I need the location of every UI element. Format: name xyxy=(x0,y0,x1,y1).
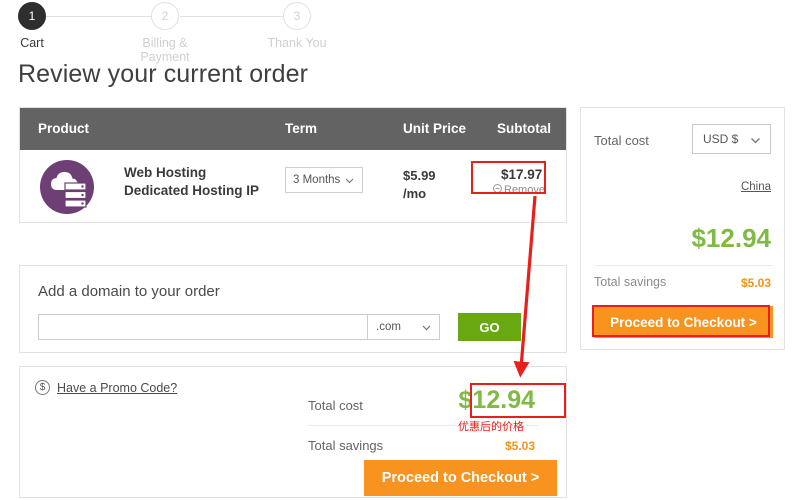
step-item-thankyou[interactable]: 3 Thank You xyxy=(252,2,342,50)
product-name-line1: Web Hosting xyxy=(124,165,207,180)
sidebar-total-cost-label: Total cost xyxy=(594,133,649,148)
annotation-chinese-note: 优惠后的价格 xyxy=(458,420,524,433)
sidebar-total-savings-label: Total savings xyxy=(594,275,667,289)
summary-total-cost-value: $12.94 xyxy=(458,386,535,414)
tld-select-value: .com xyxy=(376,321,401,333)
cart-table: Product Term Unit Price Subtotal Web Hos… xyxy=(19,107,567,223)
step-circle-3: 3 xyxy=(283,2,311,30)
proceed-to-checkout-button-bottom[interactable]: Proceed to Checkout > xyxy=(364,460,557,496)
domain-go-button[interactable]: GO xyxy=(458,313,521,341)
column-header-product: Product xyxy=(38,121,90,136)
chevron-down-icon xyxy=(749,134,762,150)
chevron-down-icon xyxy=(421,322,432,336)
unit-price: $5.99 /mo xyxy=(403,167,436,203)
table-row: Web Hosting Dedicated Hosting IP 3 Month… xyxy=(20,150,566,222)
remove-icon xyxy=(493,184,502,196)
step-item-cart[interactable]: 1 Cart xyxy=(0,2,77,50)
promo-code-label: Have a Promo Code? xyxy=(57,380,178,395)
unit-price-amount: $5.99 xyxy=(403,168,436,183)
term-select-value: 3 Months xyxy=(293,174,341,186)
currency-select[interactable]: USD $ xyxy=(692,124,771,154)
checkout-cart-page: 1 Cart 2 Billing & Payment 3 Thank You R… xyxy=(0,0,805,500)
unit-price-period: /mo xyxy=(403,186,427,201)
term-select[interactable]: 3 Months xyxy=(285,167,363,193)
remove-item-link[interactable]: Remove xyxy=(493,184,545,196)
step-circle-1: 1 xyxy=(18,2,46,30)
step-item-billing[interactable]: 2 Billing & Payment xyxy=(120,2,210,64)
checkout-progress-steps: 1 Cart 2 Billing & Payment 3 Thank You xyxy=(0,0,805,64)
proceed-to-checkout-button-sidebar[interactable]: Proceed to Checkout > xyxy=(594,306,773,338)
currency-select-value: USD $ xyxy=(703,132,739,146)
step-circle-2: 2 xyxy=(151,2,179,30)
add-domain-title: Add a domain to your order xyxy=(38,283,220,300)
sidebar-total-savings-value: $5.03 xyxy=(740,276,771,290)
product-name-line2: Dedicated Hosting IP xyxy=(124,183,260,198)
sidebar-order-total-panel: Total cost USD $ China $12.94 Total savi… xyxy=(580,107,785,350)
promo-code-link[interactable]: $ Have a Promo Code? xyxy=(35,380,177,395)
tld-select[interactable]: .com xyxy=(368,314,440,340)
chevron-down-icon xyxy=(344,175,355,189)
summary-total-savings-label: Total savings xyxy=(308,438,384,453)
cart-table-header: Product Term Unit Price Subtotal xyxy=(20,108,566,150)
product-name: Web Hosting Dedicated Hosting IP xyxy=(124,164,259,200)
summary-total-cost-label: Total cost xyxy=(308,398,363,413)
page-title: Review your current order xyxy=(18,60,309,88)
column-header-subtotal: Subtotal xyxy=(497,121,551,136)
sidebar-divider xyxy=(594,265,773,266)
column-header-term: Term xyxy=(285,121,318,136)
add-domain-panel: Add a domain to your order .com GO xyxy=(19,265,567,353)
cloud-server-icon xyxy=(40,160,94,214)
sidebar-total-cost-value: $12.94 xyxy=(691,223,771,253)
step-label-cart: Cart xyxy=(20,36,44,50)
dollar-circle-icon: $ xyxy=(35,380,50,395)
country-link[interactable]: China xyxy=(741,181,771,193)
step-label-thankyou: Thank You xyxy=(267,36,327,50)
row-subtotal: $17.97 xyxy=(501,167,543,182)
domain-search-input[interactable] xyxy=(38,314,368,340)
remove-label: Remove xyxy=(504,184,545,196)
column-header-unit-price: Unit Price xyxy=(403,121,467,136)
summary-total-savings-value: $5.03 xyxy=(504,439,535,453)
